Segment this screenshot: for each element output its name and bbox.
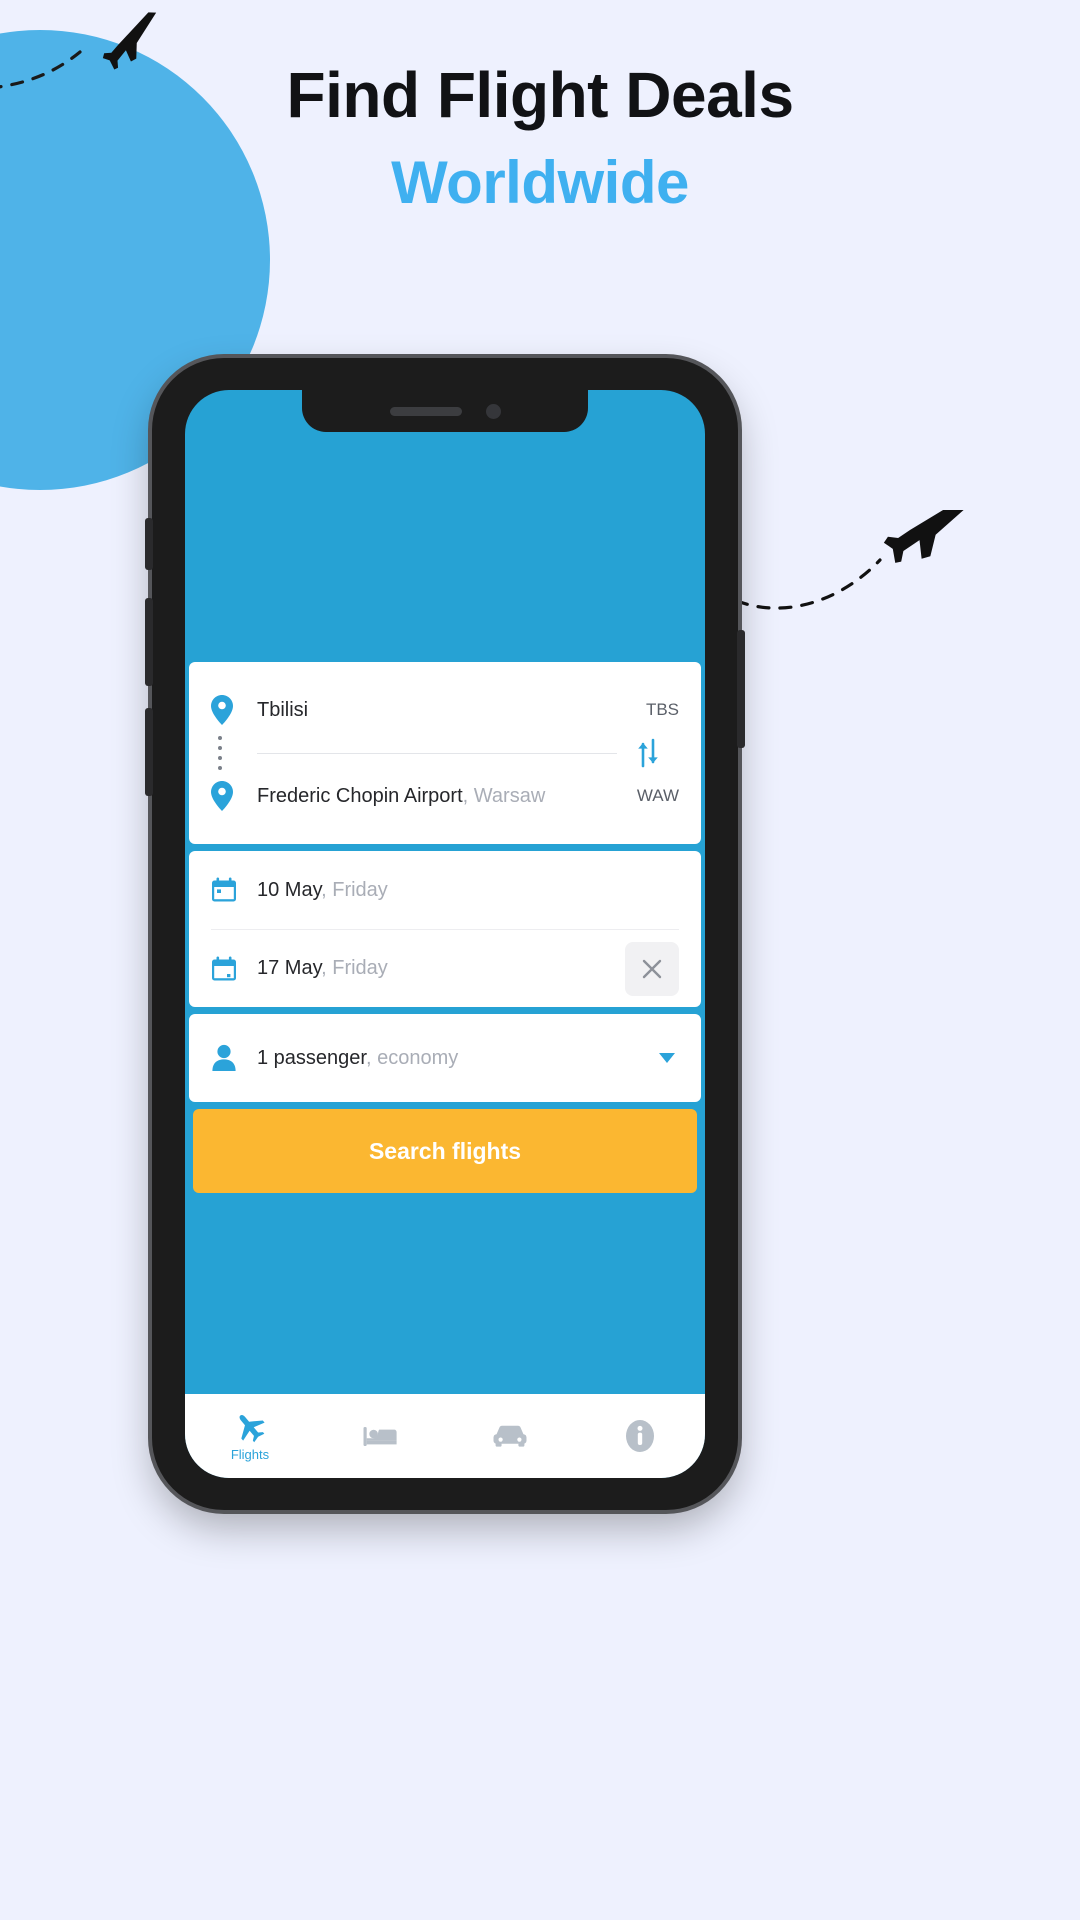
return-date-text: 17 May, Friday bbox=[257, 957, 625, 980]
car-rental-icon bbox=[493, 1425, 527, 1447]
depart-separator: , bbox=[321, 878, 333, 901]
app-screen-content: Tbilisi TBS Frederic Chopin Airport, War… bbox=[185, 390, 705, 1478]
depart-date-row[interactable]: 10 May, Friday bbox=[211, 851, 679, 929]
passengers-text: 1 passenger, economy bbox=[257, 1047, 659, 1070]
phone-screen: Tbilisi TBS Frederic Chopin Airport, War… bbox=[185, 390, 705, 1478]
phone-volume-down[interactable] bbox=[145, 708, 153, 796]
connector-dot bbox=[218, 766, 222, 770]
passenger-count: 1 passenger bbox=[257, 1046, 366, 1069]
nav-label-flights: Flights bbox=[230, 1447, 270, 1462]
swap-button[interactable] bbox=[617, 738, 679, 768]
nav-item-info[interactable] bbox=[575, 1418, 705, 1454]
return-calendar-wrap bbox=[211, 956, 257, 982]
chevron-down-icon[interactable] bbox=[659, 1053, 675, 1063]
return-date-row[interactable]: 17 May, Friday bbox=[211, 929, 679, 1007]
passengers-card[interactable]: 1 passenger, economy bbox=[189, 1014, 701, 1102]
calendar-icon bbox=[212, 877, 236, 902]
cabin-class: economy bbox=[377, 1046, 459, 1069]
person-icon-wrap bbox=[211, 1044, 257, 1072]
destination-separator: , bbox=[462, 784, 474, 807]
destination-city: Warsaw bbox=[473, 784, 546, 807]
page-subtitle: Worldwide bbox=[391, 149, 689, 217]
phone-mockup: Tbilisi TBS Frederic Chopin Airport, War… bbox=[145, 358, 745, 1510]
depart-date: 10 May bbox=[257, 878, 322, 901]
destination-row[interactable]: Frederic Chopin Airport, Warsaw WAW bbox=[211, 770, 679, 822]
depart-weekday: Friday bbox=[332, 878, 388, 901]
connector-dot bbox=[218, 736, 222, 740]
passengers-row[interactable]: 1 passenger, economy bbox=[211, 1014, 679, 1102]
phone-volume-up[interactable] bbox=[145, 598, 153, 686]
route-card: Tbilisi TBS Frederic Chopin Airport, War… bbox=[189, 662, 701, 844]
hotel-bed-icon bbox=[363, 1427, 397, 1446]
headline-block: Find Flight Deals Worldwide bbox=[0, 59, 1080, 217]
destination-name: Frederic Chopin Airport bbox=[257, 784, 463, 807]
nav-item-car-rental[interactable] bbox=[445, 1422, 575, 1450]
airplane-icon bbox=[239, 1415, 265, 1443]
depart-calendar-wrap bbox=[211, 877, 257, 903]
clear-return-date-button[interactable] bbox=[625, 941, 679, 996]
search-flights-button[interactable]: Search flights bbox=[193, 1109, 697, 1193]
page-title: Find Flight Deals bbox=[286, 59, 794, 131]
calendar-icon bbox=[212, 956, 236, 980]
return-weekday: Friday bbox=[332, 957, 388, 979]
origin-text: Tbilisi bbox=[257, 699, 617, 722]
passenger-separator: , bbox=[365, 1046, 378, 1069]
return-separator: , bbox=[321, 957, 333, 979]
map-pin-icon bbox=[211, 781, 233, 811]
front-camera-icon bbox=[485, 403, 501, 419]
origin-row[interactable]: Tbilisi TBS bbox=[211, 684, 679, 736]
screen-empty-space bbox=[185, 1193, 705, 1394]
destination-pin-wrap bbox=[211, 781, 257, 811]
origin-name: Tbilisi bbox=[257, 698, 309, 721]
phone-power-button[interactable] bbox=[737, 630, 745, 748]
nav-item-flights[interactable]: Flights bbox=[185, 1410, 315, 1462]
destination-text: Frederic Chopin Airport, Warsaw bbox=[257, 785, 617, 808]
phone-mute-switch[interactable] bbox=[145, 518, 153, 570]
route-dotted-connector bbox=[211, 736, 257, 770]
bottom-navigation: Flights bbox=[185, 1394, 705, 1478]
destination-code: WAW bbox=[636, 786, 679, 805]
origin-pin-wrap bbox=[211, 695, 257, 725]
info-circle-icon bbox=[626, 1420, 654, 1452]
route-separator-line bbox=[257, 752, 617, 754]
swap-vertical-arrows-icon bbox=[638, 738, 658, 768]
route-divider bbox=[211, 736, 679, 770]
search-form: Tbilisi TBS Frederic Chopin Airport, War… bbox=[185, 662, 705, 1193]
close-x-icon bbox=[642, 959, 662, 978]
connector-dot bbox=[218, 746, 222, 750]
dates-card: 10 May, Friday 17 May, Friday bbox=[189, 851, 701, 1007]
return-date: 17 May bbox=[257, 957, 322, 979]
origin-code: TBS bbox=[645, 700, 679, 719]
earpiece-speaker bbox=[389, 406, 462, 416]
phone-notch bbox=[302, 390, 588, 432]
person-icon bbox=[212, 1044, 236, 1071]
map-pin-icon bbox=[211, 695, 233, 725]
depart-date-text: 10 May, Friday bbox=[257, 879, 679, 902]
nav-item-hotels[interactable] bbox=[315, 1421, 445, 1451]
connector-dot bbox=[218, 756, 222, 760]
